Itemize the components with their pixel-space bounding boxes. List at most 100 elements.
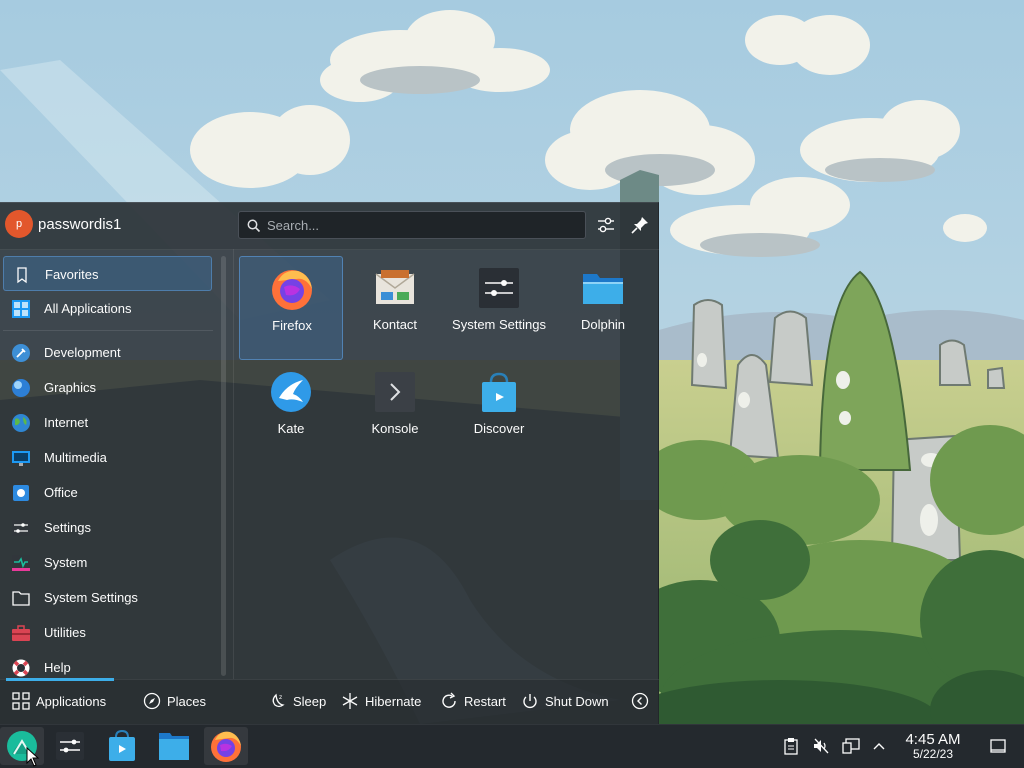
power-icon xyxy=(523,694,537,709)
tab-places-label: Places xyxy=(167,694,207,709)
sidebar-item-label: System Settings xyxy=(44,590,138,605)
restart-button[interactable]: Restart xyxy=(440,690,510,712)
toolbox-icon xyxy=(12,625,30,641)
username-label: passwordis1 xyxy=(38,216,122,233)
restart-label: Restart xyxy=(464,694,506,709)
office-icon xyxy=(13,485,29,501)
dolphin-folder-icon xyxy=(583,274,623,304)
discover-icon xyxy=(109,729,135,761)
sidebar-item-label: Favorites xyxy=(45,267,99,282)
category-sidebar: Favorites All Applications Development G… xyxy=(0,249,222,679)
kate-icon xyxy=(271,372,311,412)
network-wired-icon[interactable] xyxy=(842,737,860,755)
svg-text:z: z xyxy=(279,694,282,701)
tab-applications[interactable]: Applications xyxy=(12,690,116,712)
taskbar-discover[interactable] xyxy=(100,727,144,765)
shutdown-button[interactable]: Shut Down xyxy=(521,690,616,712)
pane-divider xyxy=(233,249,234,679)
sidebar-item-label: Help xyxy=(44,660,71,675)
internet-globe-icon xyxy=(12,414,30,432)
favorite-label: Konsole xyxy=(371,421,419,436)
system-icon xyxy=(12,555,30,571)
hibernate-label: Hibernate xyxy=(365,694,422,709)
taskbar-dolphin[interactable] xyxy=(152,727,196,765)
active-tab-indicator xyxy=(6,678,114,681)
sidebar-item-label: System xyxy=(44,555,88,570)
configure-sliders-icon[interactable] xyxy=(594,213,618,237)
sidebar-item-development[interactable]: Development xyxy=(3,335,212,370)
sidebar-item-label: Multimedia xyxy=(44,450,107,465)
favorite-label: Kontact xyxy=(372,317,418,332)
sidebar-scrollbar[interactable] xyxy=(221,256,226,676)
sidebar-item-favorites[interactable]: Favorites xyxy=(3,256,212,291)
applications-grid-icon xyxy=(12,692,30,710)
favorite-label: Kate xyxy=(277,421,305,436)
show-desktop-icon[interactable] xyxy=(989,737,1007,755)
hibernate-button[interactable]: Hibernate xyxy=(341,690,431,712)
favorite-firefox[interactable]: Firefox xyxy=(239,256,343,360)
sidebar-item-label: Settings xyxy=(44,520,91,535)
discover-icon xyxy=(482,372,516,412)
favorite-label: System Settings xyxy=(452,317,546,332)
kontact-icon xyxy=(375,270,415,304)
sleep-moon-icon: z xyxy=(272,693,285,708)
clock-time[interactable]: 4:45 AM xyxy=(896,731,970,748)
chevron-up-icon[interactable] xyxy=(870,737,888,755)
favorite-system-settings[interactable]: System Settings xyxy=(447,256,551,360)
sidebar-divider xyxy=(3,330,213,331)
sleep-label: Sleep xyxy=(293,694,327,709)
favorite-kate[interactable]: Kate xyxy=(239,360,343,464)
leave-more-button[interactable] xyxy=(631,690,651,712)
development-icon xyxy=(12,344,30,362)
chevron-left-circle-icon xyxy=(631,692,649,710)
sidebar-item-system-settings[interactable]: System Settings xyxy=(3,580,212,615)
sidebar-item-utilities[interactable]: Utilities xyxy=(3,615,212,650)
pin-icon[interactable] xyxy=(628,213,652,237)
sidebar-item-label: Utilities xyxy=(44,625,86,640)
search-input[interactable] xyxy=(267,216,567,234)
system-settings-icon xyxy=(56,732,84,760)
search-field[interactable] xyxy=(238,211,586,239)
sidebar-item-system[interactable]: System xyxy=(3,545,212,580)
favorite-discover[interactable]: Discover xyxy=(447,360,551,464)
clock-date[interactable]: 5/22/23 xyxy=(896,747,970,761)
favorite-kontact[interactable]: Kontact xyxy=(343,256,447,360)
shutdown-label: Shut Down xyxy=(545,694,609,709)
favorite-label: Dolphin xyxy=(580,317,626,332)
sidebar-item-office[interactable]: Office xyxy=(3,475,212,510)
tab-places[interactable]: Places xyxy=(143,690,213,712)
favorite-dolphin[interactable]: Dolphin xyxy=(551,256,655,360)
system-settings-icon xyxy=(479,268,519,308)
lifebuoy-icon xyxy=(12,659,30,677)
sidebar-item-label: Office xyxy=(44,485,78,500)
clipboard-icon[interactable] xyxy=(782,737,800,755)
sidebar-item-label: Development xyxy=(44,345,121,360)
restart-icon xyxy=(442,692,456,708)
taskbar-firefox[interactable] xyxy=(204,727,248,765)
app-launcher-button[interactable] xyxy=(0,727,44,767)
taskbar-system-settings[interactable] xyxy=(48,727,92,765)
sidebar-item-settings[interactable]: Settings xyxy=(3,510,212,545)
dolphin-folder-icon xyxy=(159,733,189,760)
favorite-konsole[interactable]: Konsole xyxy=(343,360,447,464)
sidebar-item-help[interactable]: Help xyxy=(3,650,212,679)
search-icon xyxy=(247,219,261,233)
snowflake-icon xyxy=(342,693,358,709)
sidebar-item-label: All Applications xyxy=(44,301,132,316)
tab-applications-label: Applications xyxy=(36,694,107,709)
multimedia-icon xyxy=(12,451,30,466)
user-avatar[interactable]: p xyxy=(5,210,33,238)
sidebar-item-graphics[interactable]: Graphics xyxy=(3,370,212,405)
bookmark-icon xyxy=(17,267,27,284)
sidebar-item-label: Graphics xyxy=(44,380,97,395)
firefox-icon xyxy=(211,731,241,762)
sleep-button[interactable]: z Sleep xyxy=(269,690,329,712)
graphics-icon xyxy=(12,379,30,397)
sidebar-item-all-applications[interactable]: All Applications xyxy=(3,291,212,326)
mouse-cursor-icon xyxy=(26,747,40,767)
sidebar-item-multimedia[interactable]: Multimedia xyxy=(3,440,212,475)
all-apps-grid-icon xyxy=(12,300,30,318)
sidebar-item-internet[interactable]: Internet xyxy=(3,405,212,440)
volume-muted-icon[interactable] xyxy=(812,737,830,755)
settings-sliders-icon xyxy=(12,520,30,536)
